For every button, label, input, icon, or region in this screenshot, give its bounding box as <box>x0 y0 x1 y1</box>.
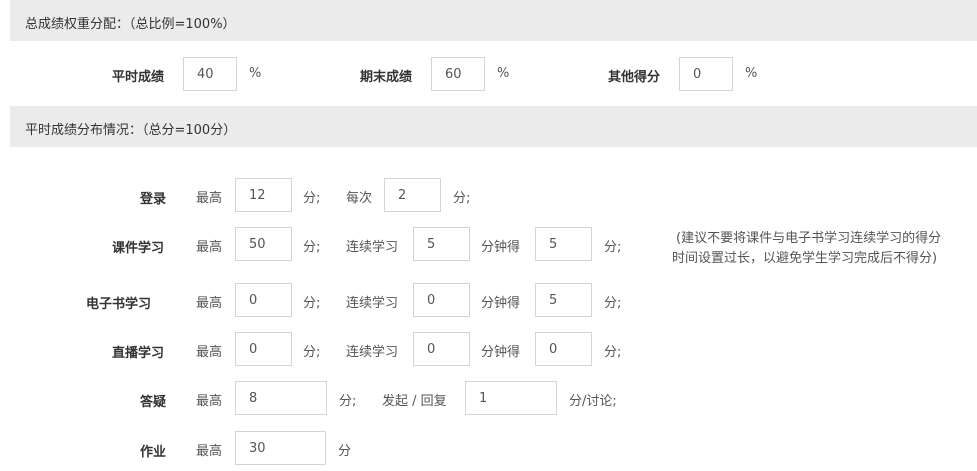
final-exam-weight-unit: % <box>497 66 510 81</box>
live-minutes-unit: 分钟得 <box>481 345 521 360</box>
qa-label: 答疑 <box>140 395 167 410</box>
ebook-max-input[interactable] <box>235 283 292 317</box>
qa-max-label: 最高 <box>196 394 223 409</box>
ebook-study-label: 电子书学习 <box>86 297 152 312</box>
ebook-score-input[interactable] <box>535 283 592 317</box>
live-score-unit: 分; <box>604 345 622 360</box>
live-continuous-label: 连续学习 <box>346 345 399 360</box>
homework-label: 作业 <box>140 445 167 460</box>
live-minutes-input[interactable] <box>413 332 470 366</box>
homework-max-unit: 分 <box>338 444 352 459</box>
course-score-unit: 分; <box>604 240 622 255</box>
course-study-label: 课件学习 <box>112 241 165 256</box>
course-max-label: 最高 <box>196 240 223 255</box>
login-max-input[interactable] <box>235 178 292 212</box>
ebook-minutes-unit: 分钟得 <box>481 296 521 311</box>
ebook-minutes-input[interactable] <box>413 283 470 317</box>
live-max-input[interactable] <box>235 332 292 366</box>
login-label: 登录 <box>140 192 167 207</box>
weights-section-header: 总成绩权重分配：（总比例=100%） <box>10 0 977 41</box>
ebook-max-unit: 分; <box>303 296 321 311</box>
course-continuous-label: 连续学习 <box>346 240 399 255</box>
qa-max-unit: 分; <box>339 394 357 409</box>
ebook-score-unit: 分; <box>604 296 622 311</box>
other-score-weight-unit: % <box>745 66 758 81</box>
live-study-label: 直播学习 <box>112 346 165 361</box>
course-max-input[interactable] <box>235 227 292 261</box>
login-each-label: 每次 <box>346 191 373 206</box>
ebook-max-label: 最高 <box>196 296 223 311</box>
qa-per-post-unit: 分/讨论; <box>569 394 617 409</box>
live-score-input[interactable] <box>535 332 592 366</box>
course-max-unit: 分; <box>303 240 321 255</box>
course-score-input[interactable] <box>535 227 592 261</box>
live-max-unit: 分; <box>303 345 321 360</box>
study-time-advice-line2: 时间设置过长，以避免学生学习完成后不得分) <box>672 251 938 266</box>
usual-score-weight-input[interactable] <box>183 57 237 91</box>
login-each-unit: 分; <box>453 191 471 206</box>
final-exam-weight-input[interactable] <box>431 57 485 91</box>
other-score-weight-label: 其他得分 <box>608 70 661 85</box>
login-max-unit: 分; <box>303 191 321 206</box>
other-score-weight-input[interactable] <box>679 57 733 91</box>
study-time-advice-line1: (建议不要将课件与电子书学习连续学习的得分 <box>676 231 942 246</box>
usual-section-header: 平时成绩分布情况：（总分=100分） <box>10 106 977 147</box>
weights-section-title: 总成绩权重分配：（总比例=100%） <box>25 17 236 32</box>
course-minutes-unit: 分钟得 <box>481 240 521 255</box>
ebook-continuous-label: 连续学习 <box>346 296 399 311</box>
final-exam-weight-label: 期末成绩 <box>360 70 413 85</box>
homework-max-label: 最高 <box>196 444 223 459</box>
usual-score-weight-unit: % <box>249 66 262 81</box>
live-max-label: 最高 <box>196 345 223 360</box>
qa-per-post-input[interactable] <box>465 381 557 415</box>
usual-score-weight-label: 平时成绩 <box>112 70 165 85</box>
qa-max-input[interactable] <box>235 381 327 415</box>
homework-max-input[interactable] <box>235 431 326 465</box>
course-minutes-input[interactable] <box>413 227 470 261</box>
qa-post-reply-label: 发起 / 回复 <box>382 394 447 409</box>
login-max-label: 最高 <box>196 191 223 206</box>
usual-section-title: 平时成绩分布情况：（总分=100分） <box>25 123 237 138</box>
login-each-input[interactable] <box>384 178 441 212</box>
